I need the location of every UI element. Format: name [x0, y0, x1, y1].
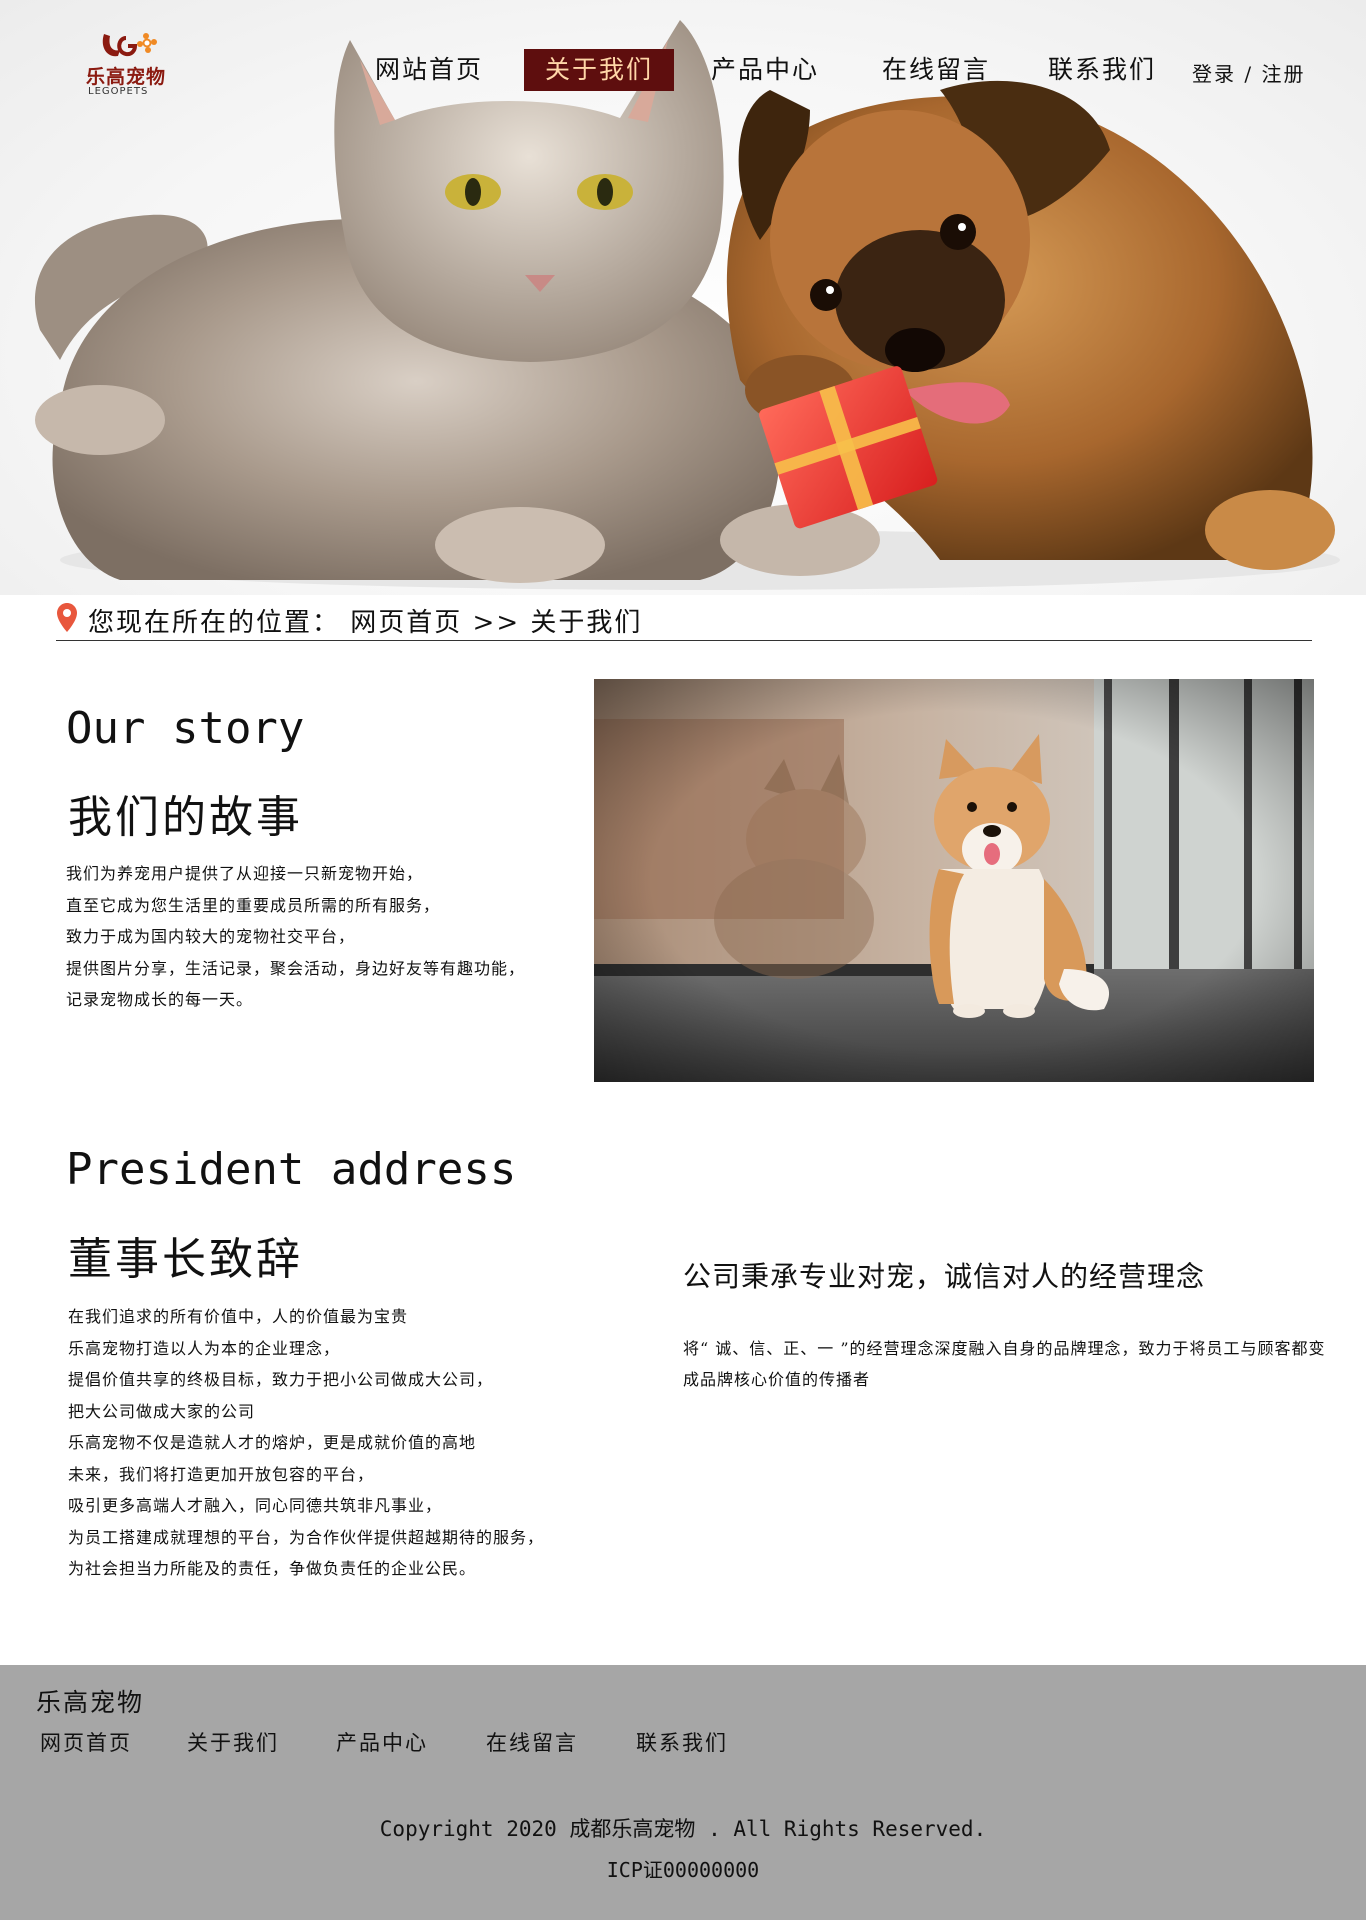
- footer-link-products[interactable]: 产品中心: [336, 1727, 428, 1757]
- nav-item-contact[interactable]: 联系我们: [1040, 49, 1164, 91]
- story-line: 直至它成为您生活里的重要成员所需的所有服务，: [66, 895, 441, 915]
- footer: 乐高宠物 网页首页 关于我们 产品中心 在线留言 联系我们 Copyright …: [0, 1665, 1366, 1920]
- president-line: 未来，我们将打造更加开放包容的平台，: [68, 1464, 375, 1484]
- icp-number[interactable]: ICP证00000000: [0, 1854, 1366, 1883]
- footer-link-home[interactable]: 网页首页: [40, 1727, 132, 1757]
- president-line: 乐高宠物打造以人为本的企业理念，: [68, 1338, 341, 1358]
- nav-item-home[interactable]: 网站首页: [367, 49, 491, 91]
- president-line: 把大公司做成大家的公司: [68, 1401, 256, 1421]
- story-title-cn: 我们的故事: [68, 792, 303, 843]
- president-title-en: President address: [66, 1144, 517, 1195]
- president-title-cn: 董事长致辞: [68, 1234, 303, 1285]
- story-line: 记录宠物成长的每一天。: [66, 990, 254, 1009]
- location-pin-icon: [57, 603, 77, 632]
- president-line: 乐高宠物不仅是造就人才的熔炉，更是成就价值的高地: [68, 1433, 477, 1452]
- logo-text-cn: 乐高宠物: [86, 66, 167, 88]
- footer-brand: 乐高宠物: [36, 1688, 145, 1717]
- breadcrumb: 您现在所在的位置： 网页首页 >> 关于我们: [56, 600, 1312, 641]
- story-paragraph: 我们为养宠用户提供了从迎接一只新宠物开始， 直至它成为您生活里的重要成员所需的所…: [66, 858, 525, 1016]
- login-register-link[interactable]: 登录 / 注册: [1192, 58, 1305, 87]
- brand-logo[interactable]: 乐高宠物 LEGOPETS: [84, 28, 174, 98]
- nav-item-products[interactable]: 产品中心: [703, 49, 827, 91]
- motto-text: 将“ 诚、信、正、一 ”的经营理念深度融入自身的品牌理念，致力于将员工与顾客都变…: [683, 1339, 1326, 1389]
- president-line: 为社会担当力所能及的责任，争做负责任的企业公民。: [68, 1559, 477, 1578]
- president-line: 为员工搭建成就理想的平台，为合作伙伴提供超越期待的服务，: [68, 1527, 545, 1547]
- story-title-en: Our story: [66, 703, 305, 754]
- footer-link-message[interactable]: 在线留言: [486, 1727, 578, 1757]
- story-line: 致力于成为国内较大的宠物社交平台，: [66, 927, 356, 946]
- story-corgi-photo: [594, 679, 1314, 1082]
- logo-text-en: LEGOPETS: [88, 86, 149, 97]
- president-line: 提倡价值共享的终极目标，致力于把小公司做成大公司，: [68, 1370, 494, 1389]
- nav-item-message[interactable]: 在线留言: [874, 49, 998, 91]
- logo-mark-icon: [102, 33, 157, 57]
- motto-heading: 公司秉承专业对宠，诚信对人的经营理念: [683, 1260, 1206, 1293]
- story-line: 我们为养宠用户提供了从迎接一只新宠物开始，: [66, 864, 424, 883]
- president-paragraph: 在我们追求的所有价值中，人的价值最为宝贵 乐高宠物打造以人为本的企业理念， 提倡…: [68, 1301, 544, 1585]
- footer-link-about[interactable]: 关于我们: [187, 1727, 279, 1757]
- breadcrumb-text: 您现在所在的位置： 网页首页 >> 关于我们: [88, 608, 643, 638]
- copyright-text: Copyright 2020 成都乐高宠物 . All Rights Reser…: [379, 1817, 987, 1841]
- president-line: 在我们追求的所有价值中，人的价值最为宝贵: [68, 1307, 409, 1326]
- footer-link-contact[interactable]: 联系我们: [636, 1727, 728, 1757]
- president-line: 吸引更多高端人才融入，同心同德共筑非凡事业，: [68, 1496, 443, 1515]
- story-line: 提供图片分享，生活记录，聚会活动，身边好友等有趣功能，: [66, 958, 526, 978]
- nav-item-about[interactable]: 关于我们: [524, 49, 674, 91]
- hero-banner: 乐高宠物 LEGOPETS 网站首页 关于我们 产品中心 在线留言 联系我们 登…: [0, 0, 1366, 595]
